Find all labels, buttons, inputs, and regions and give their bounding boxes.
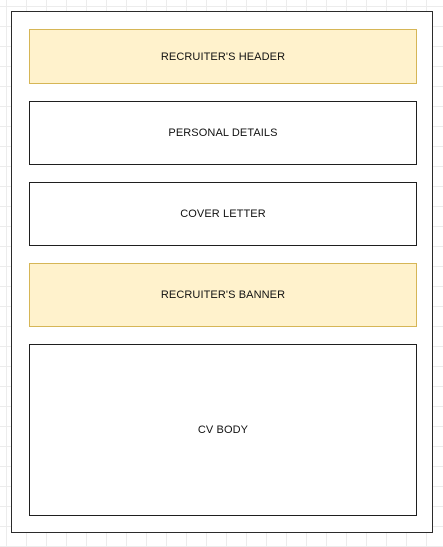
recruiters-banner-block[interactable]: RECRUITER'S BANNER xyxy=(29,263,417,327)
personal-details-label: PERSONAL DETAILS xyxy=(168,127,278,139)
cover-letter-label: COVER LETTER xyxy=(180,208,266,220)
cover-letter-block[interactable]: COVER LETTER xyxy=(29,182,417,246)
recruiters-header-block[interactable]: RECRUITER'S HEADER xyxy=(29,29,417,84)
cv-body-block[interactable]: CV BODY xyxy=(29,344,417,516)
personal-details-block[interactable]: PERSONAL DETAILS xyxy=(29,101,417,165)
cv-body-label: CV BODY xyxy=(197,424,249,436)
recruiters-banner-label: RECRUITER'S BANNER xyxy=(160,289,286,301)
recruiters-header-label: RECRUITER'S HEADER xyxy=(160,50,286,63)
